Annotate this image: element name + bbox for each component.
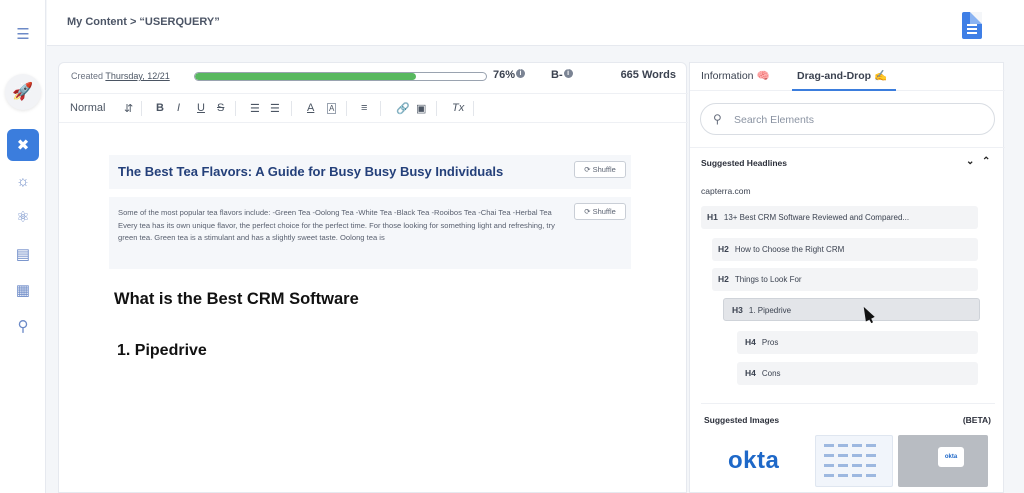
grade-badge: B-i (551, 69, 573, 81)
search-icon: ⚲ (713, 112, 722, 126)
tab-information[interactable]: Information 🧠 (701, 69, 770, 82)
highlight-icon[interactable]: A (327, 103, 337, 114)
suggested-headlines-title: Suggested Headlines (701, 158, 787, 168)
bullet-list-icon[interactable]: ☰ (270, 102, 280, 115)
google-docs-icon[interactable] (962, 12, 982, 39)
align-icon[interactable]: ≡ (361, 102, 367, 114)
source-domain: capterra.com (701, 186, 751, 196)
lightbulb-icon[interactable]: ☼ (7, 165, 39, 197)
headline-h2-look-for[interactable]: H2 Things to Look For (712, 268, 978, 291)
info-icon[interactable]: i (563, 69, 573, 78)
format-toolbar: Normal ⇵ B I U S ☰ ☰ A A ≡ 🔗 ▣ Tx (59, 93, 688, 123)
link-icon[interactable]: 🔗 (396, 102, 410, 115)
suggested-paragraph-card: Some of the most popular tea flavors inc… (109, 197, 631, 269)
beta-label: (BETA) (962, 415, 991, 425)
atom-icon[interactable]: ⚛ (7, 201, 39, 233)
shuffle-headline-button[interactable]: ⟳ Shuffle (574, 161, 626, 178)
underline-button[interactable]: U (197, 102, 205, 114)
headline-h3-pipedrive[interactable]: H3 1. Pipedrive (723, 298, 980, 321)
heading-pipedrive[interactable]: 1. Pipedrive (117, 342, 207, 360)
suggested-headline-card: The Best Tea Flavors: A Guide for Busy B… (109, 155, 631, 189)
headline-h1[interactable]: H1 13+ Best CRM Software Reviewed and Com… (701, 206, 978, 229)
italic-button[interactable]: I (177, 102, 180, 114)
content-score-fill (195, 73, 417, 80)
menu-icon[interactable]: ☰ (7, 18, 39, 50)
okta-diagram-logo: okta (938, 447, 964, 467)
divider (701, 403, 995, 404)
top-bar: My Content > “USERQUERY” (47, 0, 1024, 46)
tab-drag-and-drop[interactable]: Drag-and-Drop ✍️ (797, 69, 887, 82)
tools-icon[interactable]: ✖ (7, 129, 39, 161)
bold-button[interactable]: B (156, 102, 164, 114)
heading-best-crm[interactable]: What is the Best CRM Software (114, 290, 359, 309)
select-arrows-icon[interactable]: ⇵ (124, 102, 133, 115)
ordered-list-icon[interactable]: ☰ (250, 102, 260, 115)
panel-tabs: Information 🧠 Drag-and-Drop ✍️ (690, 63, 1005, 91)
okta-diagram-image[interactable]: okta (898, 435, 988, 487)
created-date: Created Thursday, 12/21 (71, 71, 170, 81)
headline-h4-pros[interactable]: H4 Pros (737, 331, 978, 354)
document-list-icon[interactable]: ▤ (7, 238, 39, 270)
search-elements-input[interactable]: ⚲ Search Elements (700, 103, 995, 135)
search-analytics-icon[interactable]: ⚲ (7, 310, 39, 342)
headline-h2-choose[interactable]: H2 How to Choose the Right CRM (712, 238, 978, 261)
editor-panel: Created Thursday, 12/21 76% i B-i 665 Wor… (58, 62, 688, 493)
report-icon[interactable]: ▦ (7, 274, 39, 306)
text-color-icon[interactable]: A (307, 102, 314, 114)
search-placeholder: Search Elements (734, 114, 814, 126)
chevron-down-icon[interactable]: ⌄ (966, 156, 974, 167)
headline-text[interactable]: The Best Tea Flavors: A Guide for Busy B… (118, 164, 503, 179)
okta-logo-image[interactable]: okta (728, 447, 779, 475)
shuffle-paragraph-button[interactable]: ⟳ Shuffle (574, 203, 626, 220)
crm-screenshot-image[interactable] (815, 435, 893, 487)
breadcrumb[interactable]: My Content > “USERQUERY” (67, 16, 220, 28)
paragraph-style-select[interactable]: Normal (70, 102, 105, 114)
word-count: 665 Words (620, 69, 676, 81)
strikethrough-button[interactable]: S (217, 102, 224, 114)
document-meta: Created Thursday, 12/21 76% i B-i 665 Wor… (59, 63, 688, 91)
divider (690, 147, 1005, 148)
content-score-progress (194, 72, 487, 81)
right-panel: Information 🧠 Drag-and-Drop ✍️ ⚲ Search … (689, 62, 1005, 493)
paragraph-text[interactable]: Some of the most popular tea flavors inc… (118, 207, 558, 245)
info-icon[interactable]: i (516, 69, 526, 78)
active-tab-indicator (792, 89, 896, 91)
chevron-up-icon[interactable]: ⌃ (982, 156, 990, 167)
left-sidebar: ☰ 🚀 ✖ ☼ ⚛ ▤ ▦ ⚲ (0, 0, 46, 493)
score-percent: 76% i (493, 69, 526, 81)
clear-format-button[interactable]: Tx (452, 102, 464, 114)
suggested-images-title: Suggested Images (704, 415, 780, 425)
rocket-icon[interactable]: 🚀 (5, 74, 41, 110)
image-icon[interactable]: ▣ (416, 102, 426, 115)
headline-h4-cons[interactable]: H4 Cons (737, 362, 978, 385)
